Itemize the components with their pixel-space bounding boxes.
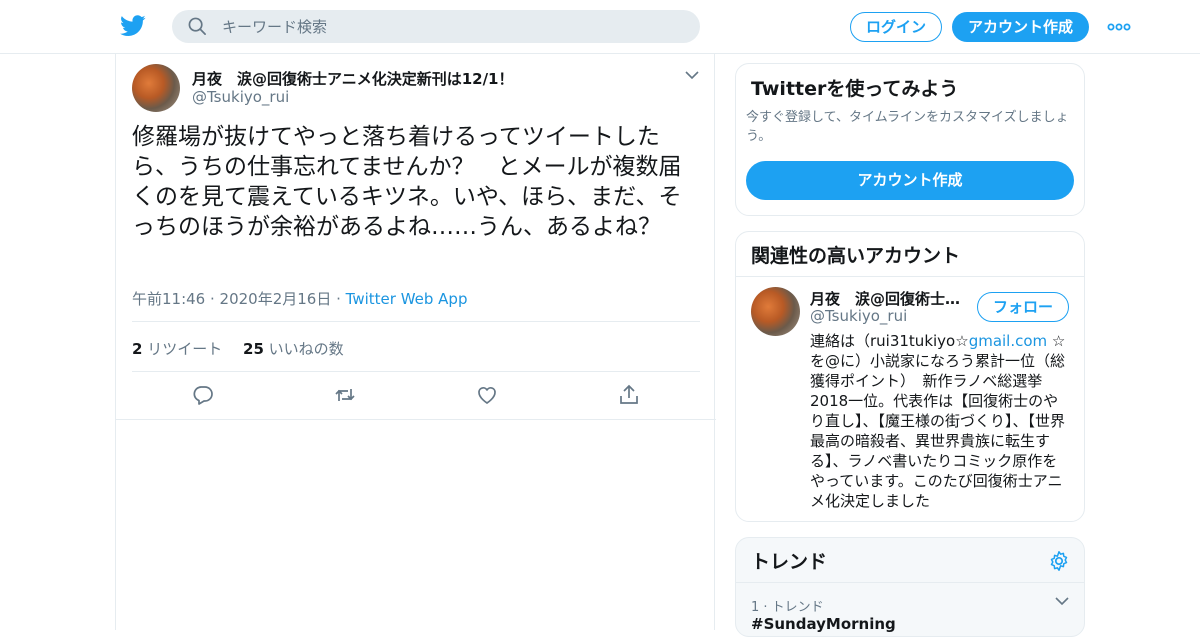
top-bar: ログイン アカウント作成 [0,0,1200,54]
signup-button[interactable]: アカウント作成 [952,12,1089,42]
tweet-source-link[interactable]: Twitter Web App [346,290,468,308]
follow-button[interactable]: フォロー [977,292,1069,322]
search-icon [188,17,206,35]
bio-text: 連絡は（rui31tukiyo☆ [810,332,969,350]
chevron-down-icon[interactable] [684,68,700,82]
signup-card-description: 今すぐ登録して、タイムラインをカスタマイズしましょう。 [746,110,1069,144]
tweet-time-text[interactable]: 午前11:46 · 2020年2月16日 · [132,290,346,308]
search-box[interactable] [172,10,700,43]
trends-title: トレンド [736,538,1084,583]
twitter-bird-icon[interactable] [120,14,146,38]
tweet-text: 修羅場が抜けてやっと落ち着けるってツイートしたら、うちの仕事忘れてませんか？ と… [132,124,682,240]
tweet-column: 月夜 涙@回復術士アニメ化決定新刊は12/1！ @Tsukiyo_rui 修羅場… [115,54,716,630]
reply-icon[interactable] [192,384,214,406]
trends-card: トレンド 1 · トレンド #SundayMorning [735,537,1085,637]
bio-link[interactable]: gmail.com [969,332,1047,350]
search-input[interactable] [222,10,682,43]
retweet-count[interactable]: 2 [132,340,142,358]
more-dots-icon[interactable] [1106,18,1132,36]
related-account-name[interactable]: 月夜 涙@回復術士アニメ化決定新刊は12/1！ [810,288,966,309]
related-accounts-title: 関連性の高いアカウント [736,232,1084,277]
retweet-icon[interactable] [334,384,356,406]
bio-text: ☆を@に）小説家になろう累計一位（総獲得ポイント） 新作ラノベ総選挙2018一位… [810,332,1066,510]
tweet-stats: 2 リツイート 25 いいねの数 [132,338,344,359]
share-icon[interactable] [618,384,640,406]
related-account-bio: 連絡は（rui31tukiyo☆gmail.com ☆を@に）小説家になろう累計… [810,331,1072,511]
create-account-button[interactable]: アカウント作成 [746,161,1074,200]
chevron-down-icon[interactable] [1054,594,1070,608]
tweet-timestamp: 午前11:46 · 2020年2月16日 · Twitter Web App [132,288,467,309]
avatar[interactable] [751,287,800,336]
retweet-label[interactable]: リツイート [147,340,222,358]
trend-name[interactable]: #SundayMorning [751,615,896,633]
avatar[interactable] [132,64,180,112]
like-count[interactable]: 25 [243,340,264,358]
tweet-author-handle[interactable]: @Tsukiyo_rui [192,88,289,106]
gear-icon[interactable] [1048,550,1070,572]
like-icon[interactable] [476,384,498,406]
divider [132,321,700,322]
related-accounts-card: 関連性の高いアカウント 月夜 涙@回復術士アニメ化決定新刊は12/1！ @Tsu… [735,231,1085,522]
tweet-actions [116,372,716,420]
login-button[interactable]: ログイン [850,12,942,42]
tweet-author-name[interactable]: 月夜 涙@回復術士アニメ化決定新刊は12/1！ [192,68,514,89]
trend-meta: 1 · トレンド [751,600,824,615]
related-account-handle[interactable]: @Tsukiyo_rui [810,307,907,325]
like-label[interactable]: いいねの数 [269,340,344,358]
signup-card-title: Twitterを使ってみよう [751,78,959,100]
signup-card: Twitterを使ってみよう 今すぐ登録して、タイムラインをカスタマイズしましょ… [735,63,1085,216]
